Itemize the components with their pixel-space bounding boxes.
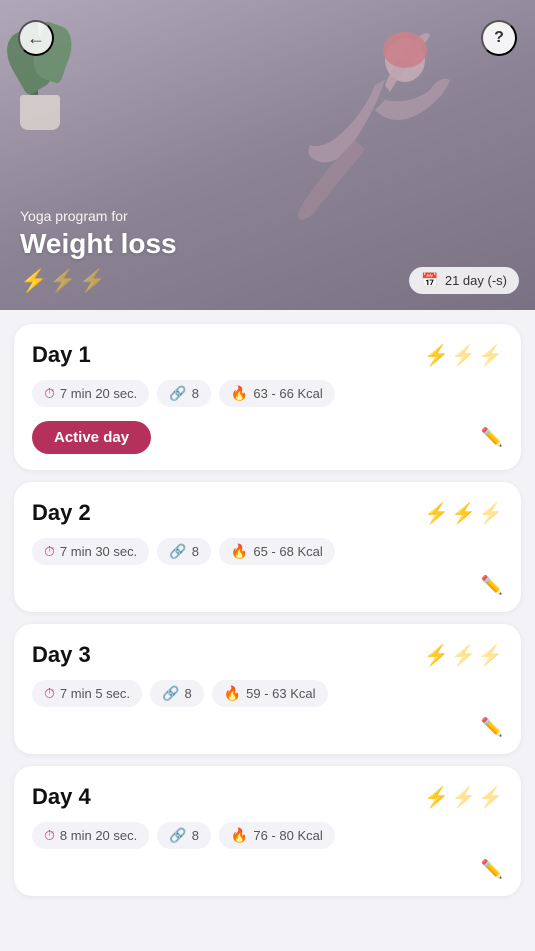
day-3-time: 7 min 5 sec. [60, 686, 130, 701]
day-4-footer: ✏️ [32, 859, 503, 880]
hero-lightning-3: ⚡ [79, 268, 106, 294]
day-card-4[interactable]: Day 4 ⚡ ⚡ ⚡ ⏱ 8 min 20 sec. 🔗 8 🔥 76 - 8… [14, 766, 521, 896]
day-2-kcal: 65 - 68 Kcal [253, 544, 322, 559]
yoga-figure [275, 20, 475, 280]
exercises-icon-3: 🔗 [162, 685, 179, 702]
day-3-exercises: 8 [184, 686, 191, 701]
days-list: Day 1 ⚡ ⚡ ⚡ ⏱ 7 min 20 sec. 🔗 8 🔥 63 - 6… [0, 310, 535, 916]
calendar-icon: 📅 [421, 272, 438, 289]
hero-section: ← ? Yoga program for Weight loss ⚡ ⚡ ⚡ 📅… [0, 0, 535, 310]
lightning-4-3: ⚡ [478, 785, 503, 810]
day-1-kcal: 63 - 66 Kcal [253, 386, 322, 401]
day-4-exercises: 8 [192, 828, 199, 843]
fire-icon: 🔥 [231, 385, 248, 402]
day-1-exercises-pill: 🔗 8 [157, 380, 211, 407]
fire-icon-2: 🔥 [231, 543, 248, 560]
hero-content: Yoga program for Weight loss [20, 208, 177, 260]
day-2-exercises: 8 [192, 544, 199, 559]
day-3-title: Day 3 [32, 642, 91, 668]
days-badge-text: 21 day (-s) [445, 273, 507, 288]
help-icon: ? [494, 29, 504, 47]
lightning-1-1: ⚡ [424, 343, 449, 368]
day-4-kcal: 76 - 80 Kcal [253, 828, 322, 843]
card-2-header: Day 2 ⚡ ⚡ ⚡ [32, 500, 503, 526]
day-card-1[interactable]: Day 1 ⚡ ⚡ ⚡ ⏱ 7 min 20 sec. 🔗 8 🔥 63 - 6… [14, 324, 521, 470]
edit-icon-3[interactable]: ✏️ [481, 717, 503, 738]
day-3-stats: ⏱ 7 min 5 sec. 🔗 8 🔥 59 - 63 Kcal [32, 680, 503, 707]
exercises-icon: 🔗 [169, 385, 186, 402]
day-2-title: Day 2 [32, 500, 91, 526]
day-2-time: 7 min 30 sec. [60, 544, 137, 559]
lightning-4-1: ⚡ [424, 785, 449, 810]
day-1-time-pill: ⏱ 7 min 20 sec. [32, 380, 149, 407]
fire-icon-4: 🔥 [231, 827, 248, 844]
edit-icon-4[interactable]: ✏️ [481, 859, 503, 880]
day-3-kcal: 59 - 63 Kcal [246, 686, 315, 701]
day-2-time-pill: ⏱ 7 min 30 sec. [32, 538, 149, 565]
lightning-2-1: ⚡ [424, 501, 449, 526]
day-2-footer: ✏️ [32, 575, 503, 596]
hero-lightning-2: ⚡ [49, 268, 76, 294]
day-1-lightnings: ⚡ ⚡ ⚡ [424, 343, 503, 368]
day-3-footer: ✏️ [32, 717, 503, 738]
day-card-2[interactable]: Day 2 ⚡ ⚡ ⚡ ⏱ 7 min 30 sec. 🔗 8 🔥 65 - 6… [14, 482, 521, 612]
day-3-kcal-pill: 🔥 59 - 63 Kcal [212, 680, 328, 707]
edit-icon-2[interactable]: ✏️ [481, 575, 503, 596]
clock-icon: ⏱ [44, 385, 55, 402]
day-3-lightnings: ⚡ ⚡ ⚡ [424, 643, 503, 668]
plant-decoration [10, 0, 90, 130]
hero-lightning-1: ⚡ [20, 268, 47, 294]
day-4-exercises-pill: 🔗 8 [157, 822, 211, 849]
lightning-2-2: ⚡ [451, 501, 476, 526]
clock-icon-2: ⏱ [44, 543, 55, 560]
hero-subtitle: Yoga program for [20, 208, 177, 224]
day-2-lightnings: ⚡ ⚡ ⚡ [424, 501, 503, 526]
day-1-footer: Active day ✏️ [32, 421, 503, 454]
back-icon: ← [27, 28, 45, 49]
day-4-time: 8 min 20 sec. [60, 828, 137, 843]
day-card-3[interactable]: Day 3 ⚡ ⚡ ⚡ ⏱ 7 min 5 sec. 🔗 8 🔥 59 - 63… [14, 624, 521, 754]
lightning-4-2: ⚡ [451, 785, 476, 810]
card-1-header: Day 1 ⚡ ⚡ ⚡ [32, 342, 503, 368]
hero-lightnings: ⚡ ⚡ ⚡ [20, 268, 106, 294]
day-4-time-pill: ⏱ 8 min 20 sec. [32, 822, 149, 849]
day-3-time-pill: ⏱ 7 min 5 sec. [32, 680, 142, 707]
day-4-kcal-pill: 🔥 76 - 80 Kcal [219, 822, 335, 849]
lightning-3-3: ⚡ [478, 643, 503, 668]
day-4-stats: ⏱ 8 min 20 sec. 🔗 8 🔥 76 - 80 Kcal [32, 822, 503, 849]
exercises-icon-2: 🔗 [169, 543, 186, 560]
day-1-title: Day 1 [32, 342, 91, 368]
days-badge: 📅 21 day (-s) [409, 267, 519, 294]
edit-icon-1[interactable]: ✏️ [481, 427, 503, 448]
day-3-exercises-pill: 🔗 8 [150, 680, 204, 707]
exercises-icon-4: 🔗 [169, 827, 186, 844]
clock-icon-4: ⏱ [44, 827, 55, 844]
lightning-1-2: ⚡ [451, 343, 476, 368]
day-2-exercises-pill: 🔗 8 [157, 538, 211, 565]
day-1-time: 7 min 20 sec. [60, 386, 137, 401]
lightning-2-3: ⚡ [478, 501, 503, 526]
card-3-header: Day 3 ⚡ ⚡ ⚡ [32, 642, 503, 668]
day-2-kcal-pill: 🔥 65 - 68 Kcal [219, 538, 335, 565]
day-2-stats: ⏱ 7 min 30 sec. 🔗 8 🔥 65 - 68 Kcal [32, 538, 503, 565]
active-day-badge: Active day [32, 421, 151, 454]
lightning-3-2: ⚡ [451, 643, 476, 668]
hero-title: Weight loss [20, 228, 177, 260]
day-1-kcal-pill: 🔥 63 - 66 Kcal [219, 380, 335, 407]
clock-icon-3: ⏱ [44, 685, 55, 702]
lightning-1-3: ⚡ [478, 343, 503, 368]
day-4-title: Day 4 [32, 784, 91, 810]
day-4-lightnings: ⚡ ⚡ ⚡ [424, 785, 503, 810]
fire-icon-3: 🔥 [224, 685, 241, 702]
card-4-header: Day 4 ⚡ ⚡ ⚡ [32, 784, 503, 810]
lightning-3-1: ⚡ [424, 643, 449, 668]
day-1-exercises: 8 [192, 386, 199, 401]
day-1-stats: ⏱ 7 min 20 sec. 🔗 8 🔥 63 - 66 Kcal [32, 380, 503, 407]
help-button[interactable]: ? [481, 20, 517, 56]
back-button[interactable]: ← [18, 20, 54, 56]
